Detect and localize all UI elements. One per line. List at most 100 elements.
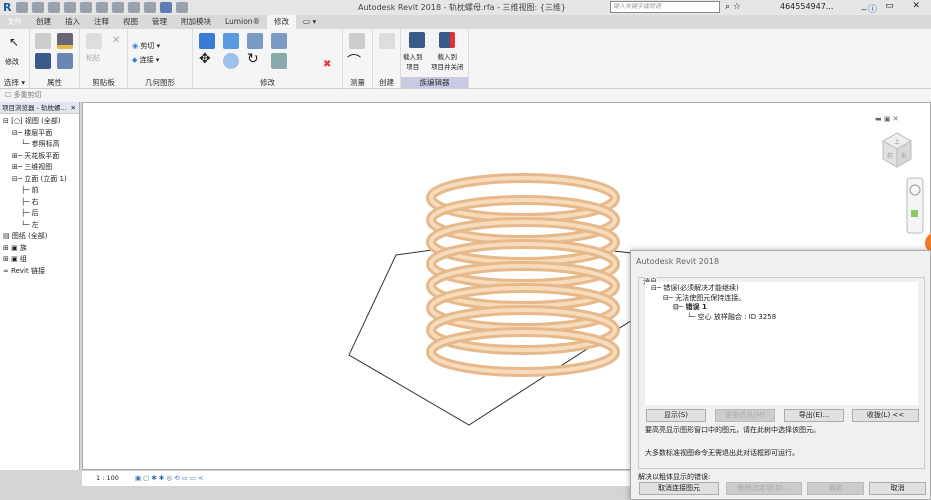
tree-node[interactable]: └─ 空心 放样融合 : ID 3258 [651, 313, 912, 323]
type-properties-icon[interactable] [57, 53, 73, 69]
panel-label: 族编辑器 [401, 77, 468, 88]
family-category-icon[interactable] [57, 33, 73, 49]
binoculars-icon[interactable]: ⌕ ☆ [725, 2, 741, 12]
browser-tree-item[interactable]: └─ 左 [21, 220, 39, 232]
project-browser-title: 项目浏览器 - 轨枕螺... [2, 104, 67, 112]
browser-tree-item[interactable]: ⊞ ▣ 组 [3, 254, 27, 266]
align-icon[interactable] [199, 33, 215, 49]
browser-tree-item[interactable]: ⊟─ 楼层平面 [12, 128, 52, 140]
multi-cut-label: 多重剪切 [13, 91, 42, 99]
browser-tree-item[interactable]: ▤ 图纸 (全部) [3, 231, 48, 243]
tab-addins[interactable]: 附加模块 [174, 15, 218, 29]
scale-selector[interactable]: 1 : 100 [96, 474, 119, 482]
more-info-button[interactable]: 更多信息(M) [715, 409, 775, 422]
browser-tree-item[interactable]: ⊞─ 天花板平面 [12, 151, 59, 163]
window-controls[interactable]: _ ▭ ✕ [862, 1, 928, 11]
print-icon[interactable] [96, 2, 109, 13]
3d-view-icon[interactable] [144, 2, 157, 13]
navigation-bar [906, 177, 924, 234]
dimension-icon[interactable]: ⌒ [347, 51, 361, 71]
redo-icon[interactable] [80, 2, 93, 13]
load-close-icon[interactable] [439, 32, 455, 48]
load-into-project-button[interactable]: 载入到 项目 [403, 51, 423, 71]
undo-icon[interactable] [64, 2, 77, 13]
delete-checked-button[interactable]: 删除选定项(D)... [726, 482, 802, 495]
unjoin-elements-button[interactable]: 取消连接图元 [639, 482, 719, 495]
mirror-draw-icon[interactable] [271, 33, 287, 49]
family-types-icon[interactable] [35, 33, 51, 49]
options-bar: ☐ 多重剪切 [0, 89, 931, 102]
thin-lines-icon[interactable] [160, 2, 173, 13]
tab-lumion[interactable]: Lumion® [218, 15, 267, 29]
tab-create[interactable]: 创建 [29, 15, 58, 29]
browser-tree-item[interactable]: ├─ 右 [21, 197, 39, 209]
tab-insert[interactable]: 插入 [58, 15, 87, 29]
cursor-icon[interactable]: ↖ [9, 35, 19, 49]
browser-tree-item[interactable]: └─ 参照标高 [21, 139, 60, 151]
user-account[interactable]: 464554947... [780, 2, 833, 11]
load-into-project-icon[interactable] [409, 32, 425, 48]
panel-label: 几何图形 [145, 78, 175, 87]
cut-clip-icon[interactable]: ✕ [112, 35, 120, 46]
tab-extra[interactable]: ▭ ▾ [296, 15, 323, 29]
trim-icon[interactable] [271, 53, 287, 69]
browser-tree-item[interactable]: ⊞─ 三维视图 [12, 162, 52, 174]
ok-button[interactable]: 确定 [807, 482, 864, 495]
paste-icon[interactable] [86, 33, 102, 49]
offset-icon[interactable] [223, 33, 239, 49]
project-browser-header: 项目浏览器 - 轨枕螺... ✕ [0, 102, 79, 114]
panel-label[interactable]: 选择 ▾ [0, 77, 29, 88]
sync-icon[interactable] [48, 2, 61, 13]
revit-logo[interactable]: R [3, 1, 11, 14]
text-icon[interactable] [128, 2, 141, 13]
open-icon[interactable] [16, 2, 29, 13]
join-label: 连接 ▾ [139, 56, 160, 64]
measure-icon[interactable] [349, 33, 365, 49]
panel-label: 属性 [47, 78, 62, 87]
tab-view[interactable]: 视图 [116, 15, 145, 29]
show-button[interactable]: 显示(S) [646, 409, 706, 422]
mirror-pick-icon[interactable] [247, 33, 263, 49]
save-icon[interactable] [32, 2, 45, 13]
cut-button[interactable]: ◉ 剪切 ▾ [132, 41, 160, 51]
measure-icon[interactable] [112, 2, 125, 13]
export-button[interactable]: 导出(E)... [784, 409, 844, 422]
close-icon[interactable]: ✕ [71, 102, 76, 114]
error-tree[interactable]: ⊟─ 错误(必须解决才能继续) ⊟─ 无法使图元保持连接。 ⊟─ 错误 1 └─… [645, 282, 918, 405]
browser-tree-item[interactable]: ∞ Revit 链接 [3, 266, 45, 278]
join-button[interactable]: ◆ 连接 ▾ [132, 55, 159, 65]
load-and-close-button[interactable]: 载入到 项目并关闭 [431, 51, 464, 71]
tree-node[interactable]: ⊟─ 错误 1 [651, 303, 912, 313]
panel-measure: ⌒ 测量 [343, 29, 373, 89]
browser-tree-item[interactable]: ⊟─ 立面 (立面 1) [12, 174, 67, 186]
tree-node[interactable]: ⊟─ 无法使图元保持连接。 [651, 294, 912, 304]
multi-cut-checkbox[interactable]: ☐ 多重剪切 [5, 91, 42, 99]
move-icon[interactable]: ✥ [199, 51, 211, 67]
cancel-button[interactable]: 取消 [869, 482, 926, 495]
browser-tree-item[interactable]: ├─ 后 [21, 208, 39, 220]
tab-annotate[interactable]: 注释 [87, 15, 116, 29]
tab-modify[interactable]: 修改 [267, 15, 297, 29]
tree-node[interactable]: ⊟─ 错误(必须解决才能继续) [651, 284, 912, 294]
tab-manage[interactable]: 管理 [145, 15, 174, 29]
panel-modify: ✥ ↻ ✖ 修改 [193, 29, 343, 89]
group-icon[interactable] [379, 33, 395, 49]
delete-icon[interactable]: ✖ [323, 59, 331, 70]
search-input[interactable]: 键入关键字或短语 [610, 1, 720, 13]
browser-tree-item[interactable]: ⊟ ⁅○⁆ 视图 (全部) [3, 116, 61, 128]
paste-button[interactable]: 粘贴 [86, 53, 100, 63]
window-title: Autodesk Revit 2018 - 轨枕螺母.rfa - 三维视图: {… [358, 3, 566, 12]
tab-file[interactable]: 文件 [0, 15, 29, 29]
collapse-button[interactable]: 收拢(L) << [852, 409, 919, 422]
browser-tree-item[interactable]: ⊞ ▣ 族 [3, 243, 27, 255]
error-dialog: Autodesk Revit 2018 消息 ⊟─ 错误(必须解决才能继续) ⊟… [630, 250, 931, 500]
viewcube-front: 前 [887, 152, 893, 160]
properties-icon[interactable] [35, 53, 51, 69]
switch-windows-icon[interactable] [176, 2, 189, 13]
view-control-icons[interactable]: ▣ ▢ ✱ ✱ ◎ ⟲ ▭ ▭ < [135, 474, 204, 482]
copy-icon[interactable] [223, 53, 239, 69]
browser-tree-item[interactable]: ├─ 前 [21, 185, 39, 197]
rotate-icon[interactable]: ↻ [247, 51, 259, 67]
modify-button[interactable]: 修改 [5, 57, 19, 67]
panel-geometry: ◉ 剪切 ▾ ◆ 连接 ▾ 几何图形 [128, 29, 193, 89]
